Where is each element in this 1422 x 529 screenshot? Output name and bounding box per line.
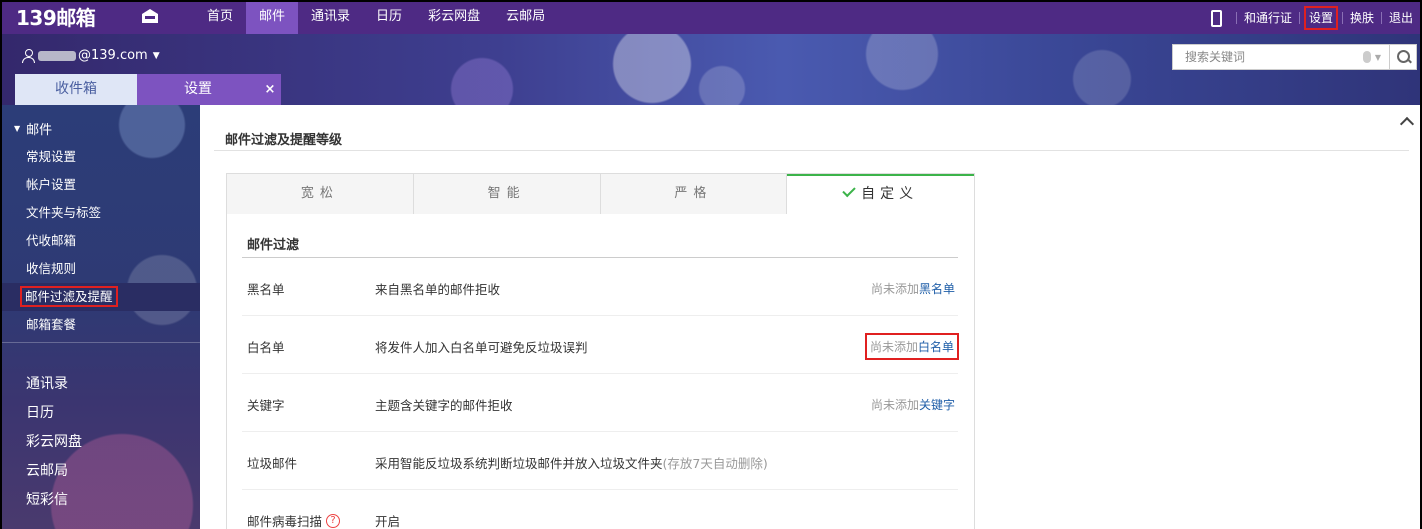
row-label: 垃圾邮件 (247, 456, 298, 471)
filter-row-keywords: 关键字 主题含关键字的邮件拒收 尚未添加关键字 (242, 374, 958, 432)
add-whitelist-link[interactable]: 白名单 (918, 340, 954, 354)
divider (2, 342, 200, 343)
add-blacklist-link[interactable]: 黑名单 (919, 282, 955, 296)
level-tab-label: 自定义 (861, 186, 919, 202)
add-keyword-action: 尚未添加关键字 (871, 396, 955, 413)
separator (1298, 12, 1300, 24)
microphone-icon[interactable] (1362, 51, 1371, 63)
level-tab-lenient[interactable]: 宽松 (227, 174, 414, 214)
action-status: 尚未添加 (869, 340, 918, 354)
filter-panel: 邮件过滤 黑名单 来自黑名单的邮件拒收 尚未添加黑名单 白名单 将发件人加入白名… (226, 214, 975, 529)
row-description: 将发件人加入白名单可避免反垃圾误判 (375, 340, 588, 355)
main-content: 邮件过滤及提醒等级 宽松 智能 严格 自定义 邮件过滤 黑名单 来自黑名单的邮件… (200, 105, 1415, 529)
filter-row-spam: 垃圾邮件 采用智能反垃圾系统判断垃圾邮件并放入垃圾文件夹(存放7天自动删除) (242, 432, 958, 490)
action-status: 尚未添加 (870, 282, 919, 296)
skin-link[interactable]: 换肤 (1343, 9, 1381, 27)
nav-calendar[interactable]: 日历 (363, 2, 415, 34)
nav-cloud-post[interactable]: 云邮局 (493, 2, 558, 34)
sidebar-item-filter-alerts[interactable]: 邮件过滤及提醒 (2, 283, 200, 311)
sidebar-app-calendar[interactable]: 日历 (26, 402, 54, 422)
user-email-domain: @139.com (78, 48, 148, 63)
row-description: 主题含关键字的邮件拒收 (375, 398, 513, 413)
search-icon[interactable] (1390, 45, 1416, 69)
chevron-down-icon[interactable]: ▼ (1375, 53, 1381, 62)
nav-home[interactable]: 首页 (194, 2, 246, 34)
nav-contacts[interactable]: 通讯录 (298, 2, 363, 34)
virus-scan-label: 邮件病毒扫描 (247, 514, 323, 529)
row-label: 关键字 (247, 398, 285, 413)
search-input[interactable] (1173, 46, 1363, 68)
level-tab-strict[interactable]: 严格 (601, 174, 788, 214)
action-status: 尚未添加 (870, 398, 919, 412)
filter-row-blacklist: 黑名单 来自黑名单的邮件拒收 尚未添加黑名单 (242, 258, 958, 316)
spam-description: 采用智能反垃圾系统判断垃圾邮件并放入垃圾文件夹 (375, 456, 663, 471)
sidebar-item-folders-labels[interactable]: 文件夹与标签 (2, 199, 200, 227)
sidebar-app-sms-mms[interactable]: 短彩信 (26, 489, 68, 509)
filter-level-tabs: 宽松 智能 严格 自定义 (226, 173, 975, 215)
section-title: 邮件过滤 (247, 238, 300, 253)
top-nav-bar: 139邮箱 首页 邮件 通讯录 日历 彩云网盘 云邮局 和通行证 设置 换肤 退… (2, 2, 1420, 34)
page-title: 邮件过滤及提醒等级 (225, 133, 343, 148)
sidebar-item-general-settings[interactable]: 常规设置 (2, 143, 200, 171)
filter-row-virus-scan: 邮件病毒扫描 ? 开启 (242, 490, 958, 529)
row-description: 来自黑名单的邮件拒收 (375, 282, 501, 297)
logout-link[interactable]: 退出 (1382, 9, 1420, 27)
user-icon (22, 48, 35, 63)
nav-mail[interactable]: 邮件 (246, 2, 299, 34)
virus-scan-status: 开启 (375, 514, 401, 529)
sidebar-item-mailbox-plan[interactable]: 邮箱套餐 (2, 311, 200, 339)
close-icon[interactable]: × (259, 74, 281, 105)
add-keyword-link[interactable]: 关键字 (919, 398, 955, 412)
level-tab-smart[interactable]: 智能 (414, 174, 601, 214)
nav-cloud-drive[interactable]: 彩云网盘 (415, 2, 493, 34)
top-right-links: 和通行证 设置 换肤 退出 (1205, 2, 1420, 34)
checkmark-icon (842, 183, 856, 198)
help-icon[interactable]: ? (326, 513, 341, 528)
pass-link[interactable]: 和通行证 (1237, 9, 1299, 27)
mailbox-icon[interactable] (140, 8, 160, 24)
spam-retention-note: (存放7天自动删除) (662, 456, 768, 471)
sidebar-item-inbox-rules[interactable]: 收信规则 (2, 255, 200, 283)
header-banner: @139.com ▼ ▼ 收件箱 设置 × (2, 34, 1420, 105)
tab-settings[interactable]: 设置 (137, 74, 259, 105)
tab-inbox[interactable]: 收件箱 (15, 74, 137, 105)
app-window: 139邮箱 首页 邮件 通讯录 日历 彩云网盘 云邮局 和通行证 设置 换肤 退… (2, 2, 1420, 529)
divider (214, 150, 1409, 151)
add-blacklist-action: 尚未添加黑名单 (871, 280, 955, 297)
redacted-username (38, 50, 76, 61)
scroll-up-icon[interactable] (1399, 116, 1415, 132)
sidebar-app-cloud-post[interactable]: 云邮局 (26, 460, 68, 480)
sidebar-group-label: 邮件 (26, 123, 53, 138)
user-account-menu[interactable]: @139.com ▼ (22, 48, 160, 63)
row-description: 采用智能反垃圾系统判断垃圾邮件并放入垃圾文件夹(存放7天自动删除) (375, 453, 768, 472)
settings-link[interactable]: 设置 (1303, 6, 1338, 30)
level-tab-custom[interactable]: 自定义 (787, 174, 974, 215)
mobile-phone-icon[interactable] (1210, 9, 1222, 27)
sidebar: ▼ 邮件 常规设置 帐户设置 文件夹与标签 代收邮箱 收信规则 邮件过滤及提醒 … (2, 105, 200, 529)
sidebar-app-contacts[interactable]: 通讯录 (26, 373, 68, 393)
sidebar-app-cloud-drive[interactable]: 彩云网盘 (26, 431, 82, 451)
caret-down-icon: ▼ (14, 124, 21, 133)
search-box: ▼ (1172, 44, 1417, 70)
row-label: 白名单 (247, 340, 285, 355)
sidebar-item-pop-mailbox[interactable]: 代收邮箱 (2, 227, 200, 255)
row-label: 黑名单 (247, 282, 285, 297)
logo[interactable]: 139邮箱 (16, 5, 96, 31)
page-tabs: 收件箱 设置 × (15, 74, 281, 105)
sidebar-item-account-settings[interactable]: 帐户设置 (2, 171, 200, 199)
filter-row-whitelist: 白名单 将发件人加入白名单可避免反垃圾误判 尚未添加白名单 (242, 316, 960, 374)
main-nav: 首页 邮件 通讯录 日历 彩云网盘 云邮局 (194, 2, 558, 34)
sidebar-group-mail[interactable]: ▼ 邮件 (14, 119, 52, 138)
row-label: 邮件病毒扫描 ? (247, 511, 341, 529)
sidebar-item-label: 邮件过滤及提醒 (20, 286, 118, 307)
add-whitelist-action: 尚未添加白名单 (864, 333, 960, 360)
chevron-down-icon: ▼ (152, 50, 160, 61)
